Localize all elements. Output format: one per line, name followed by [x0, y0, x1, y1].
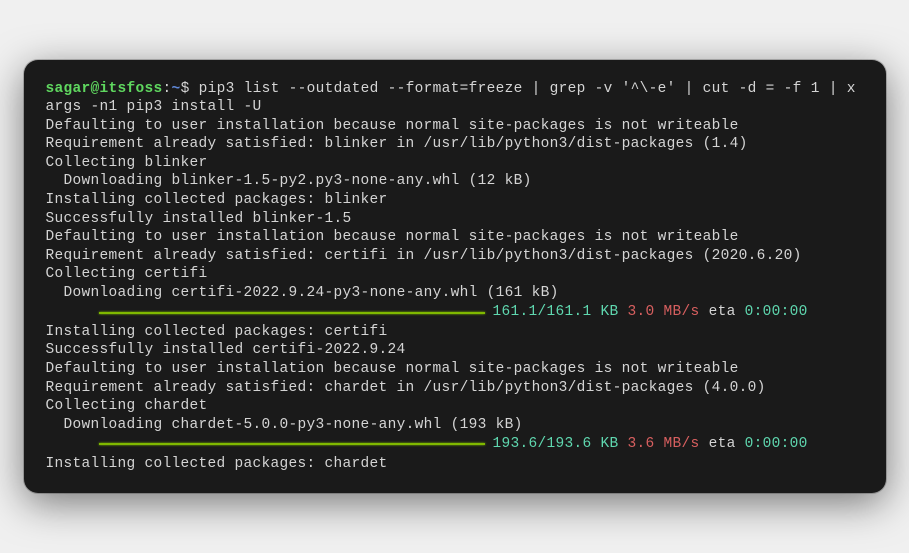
prompt-user: sagar@itsfoss — [46, 81, 163, 97]
output-line: Downloading certifi-2022.9.24-py3-none-a… — [46, 284, 864, 303]
progress-eta-label: eta — [709, 304, 736, 320]
progress-bar-certifi: 161.1/161.1 KB 3.0 MB/s eta 0:00:00 — [46, 303, 864, 322]
command-text — [190, 81, 199, 97]
output-line: Collecting blinker — [46, 154, 864, 173]
prompt-path: ~ — [172, 81, 181, 97]
output-line: Successfully installed blinker-1.5 — [46, 210, 864, 229]
output-line: Collecting certifi — [46, 265, 864, 284]
progress-bar-chardet: 193.6/193.6 KB 3.6 MB/s eta 0:00:00 — [46, 435, 864, 454]
progress-fill — [99, 312, 485, 314]
progress-eta-time: 0:00:00 — [745, 436, 808, 452]
progress-eta-label: eta — [709, 436, 736, 452]
output-line: Downloading chardet-5.0.0-py3-none-any.w… — [46, 416, 864, 435]
output-line: Defaulting to user installation because … — [46, 360, 864, 379]
output-line: Defaulting to user installation because … — [46, 117, 864, 136]
progress-speed: 3.0 MB/s — [628, 304, 700, 320]
progress-size: 193.6/193.6 KB — [493, 436, 619, 452]
command-line: sagar@itsfoss:~$ pip3 list --outdated --… — [46, 80, 864, 117]
output-line: Requirement already satisfied: chardet i… — [46, 379, 864, 398]
prompt-symbol: $ — [181, 81, 190, 97]
progress-eta-time: 0:00:00 — [745, 304, 808, 320]
progress-stats: 193.6/193.6 KB 3.6 MB/s eta 0:00:00 — [493, 435, 808, 454]
output-line: Installing collected packages: blinker — [46, 191, 864, 210]
progress-size: 161.1/161.1 KB — [493, 304, 619, 320]
progress-speed: 3.6 MB/s — [628, 436, 700, 452]
output-line: Downloading blinker-1.5-py2.py3-none-any… — [46, 172, 864, 191]
output-line: Requirement already satisfied: blinker i… — [46, 135, 864, 154]
output-line: Installing collected packages: chardet — [46, 455, 864, 474]
output-line: Installing collected packages: certifi — [46, 323, 864, 342]
output-line: Collecting chardet — [46, 397, 864, 416]
progress-fill — [99, 443, 485, 445]
progress-track — [99, 443, 485, 445]
progress-track — [99, 312, 485, 314]
output-line: Requirement already satisfied: certifi i… — [46, 247, 864, 266]
output-line: Successfully installed certifi-2022.9.24 — [46, 341, 864, 360]
prompt-separator: : — [163, 81, 172, 97]
terminal-content[interactable]: sagar@itsfoss:~$ pip3 list --outdated --… — [46, 80, 864, 473]
progress-stats: 161.1/161.1 KB 3.0 MB/s eta 0:00:00 — [493, 303, 808, 322]
terminal-window: sagar@itsfoss:~$ pip3 list --outdated --… — [24, 60, 886, 493]
output-line: Defaulting to user installation because … — [46, 228, 864, 247]
